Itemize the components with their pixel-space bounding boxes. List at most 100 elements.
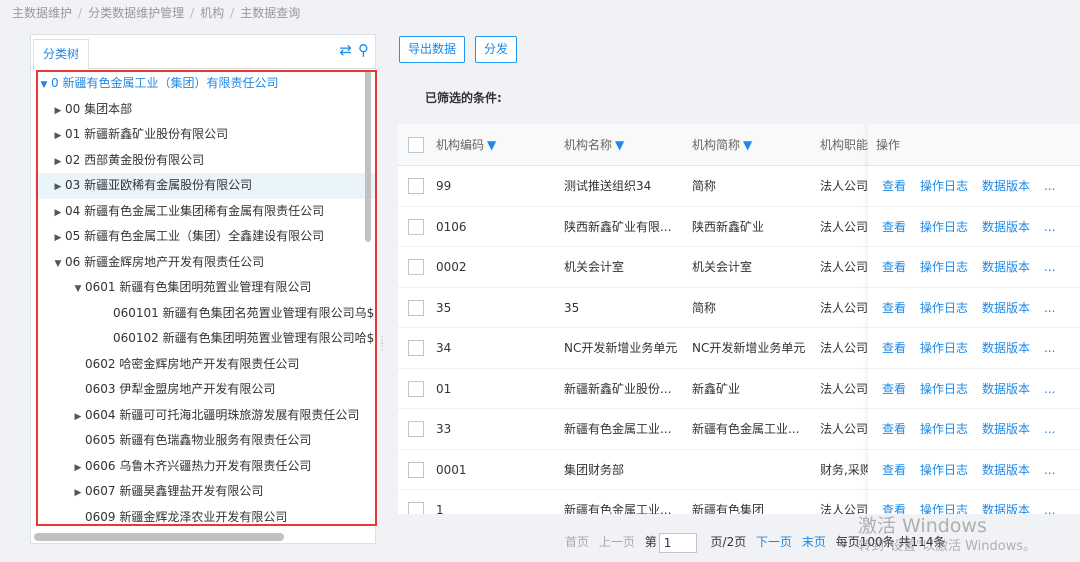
data-version-link[interactable]: 数据版本 (982, 328, 1030, 368)
view-link[interactable]: 查看 (882, 450, 906, 490)
tree-node-label: 060101 新疆有色集团名苑置业管理有限公司乌$ (113, 305, 375, 320)
first-page-link[interactable]: 首页 (565, 535, 589, 549)
tree-node[interactable]: 0605 新疆有色瑞鑫物业服务有限责任公司 (35, 428, 377, 454)
more-icon[interactable]: ... (1044, 328, 1055, 368)
operation-log-link[interactable]: 操作日志 (920, 288, 968, 328)
row-checkbox[interactable] (408, 178, 424, 194)
row-checkbox[interactable] (408, 421, 424, 437)
tree-node[interactable]: 0603 伊犁金盟房地产开发有限公司 (35, 377, 377, 403)
caret-right-icon[interactable]: ▶ (51, 99, 65, 123)
operation-log-link[interactable]: 操作日志 (920, 450, 968, 490)
caret-right-icon[interactable]: ▶ (51, 150, 65, 174)
caret-right-icon[interactable]: ▶ (71, 481, 85, 505)
column-header-duty[interactable]: 机构职能 (820, 124, 868, 166)
operation-log-link[interactable]: 操作日志 (920, 409, 968, 449)
view-link[interactable]: 查看 (882, 328, 906, 368)
tab-category-tree[interactable]: 分类树 (33, 39, 89, 70)
more-icon[interactable]: ... (1044, 288, 1055, 328)
caret-down-icon[interactable]: ▼ (51, 252, 65, 276)
row-checkbox[interactable] (408, 380, 424, 397)
tree-node[interactable]: ▼ 0601 新疆有色集团明苑置业管理有限公司 (35, 275, 377, 301)
row-checkbox[interactable] (408, 502, 424, 514)
operation-log-link[interactable]: 操作日志 (920, 369, 968, 409)
tree-node[interactable]: ▼ 06 新疆金辉房地产开发有限责任公司 (35, 250, 377, 276)
tree-node[interactable]: ▶ 02 西部黄金股份有限公司 (35, 148, 377, 174)
view-link[interactable]: 查看 (882, 288, 906, 328)
breadcrumb-item[interactable]: 机构 (200, 6, 224, 20)
column-header-name[interactable]: 机构名称 ▼ (564, 124, 684, 166)
data-version-link[interactable]: 数据版本 (982, 490, 1030, 514)
row-checkbox[interactable] (408, 461, 424, 478)
row-checkbox[interactable] (408, 218, 424, 235)
view-link[interactable]: 查看 (882, 166, 906, 206)
data-version-link[interactable]: 数据版本 (982, 409, 1030, 449)
prev-page-link[interactable]: 上一页 (599, 535, 635, 549)
operation-log-link[interactable]: 操作日志 (920, 166, 968, 206)
tree-node[interactable]: ▶ 0606 乌鲁木齐兴疆热力开发有限责任公司 (35, 454, 377, 480)
more-icon[interactable]: ... (1044, 450, 1055, 490)
tree-node[interactable]: ▶ 03 新疆亚欧稀有金属股份有限公司 (35, 173, 377, 199)
caret-right-icon[interactable]: ▶ (51, 201, 65, 225)
more-icon[interactable]: ... (1044, 409, 1055, 449)
tree-node[interactable]: 060101 新疆有色集团名苑置业管理有限公司乌$ (35, 301, 377, 327)
distribute-button[interactable]: 分发 (475, 36, 518, 63)
view-link[interactable]: 查看 (882, 207, 906, 247)
caret-down-icon[interactable]: ▼ (37, 73, 51, 97)
tree-node[interactable]: ▶ 0604 新疆可可托海北疆明珠旅游发展有限责任公司 (35, 403, 377, 429)
caret-right-icon[interactable]: ▶ (51, 226, 65, 250)
data-version-link[interactable]: 数据版本 (982, 166, 1030, 206)
row-checkbox[interactable] (408, 340, 424, 356)
data-version-link[interactable]: 数据版本 (982, 247, 1030, 287)
data-version-link[interactable]: 数据版本 (982, 369, 1030, 409)
view-link[interactable]: 查看 (882, 247, 906, 287)
last-page-link[interactable]: 末页 (802, 535, 826, 549)
more-icon[interactable]: ... (1044, 207, 1055, 247)
tree-node[interactable]: ▼ 0 新疆有色金属工业（集团）有限责任公司 (35, 71, 377, 97)
data-version-link[interactable]: 数据版本 (982, 207, 1030, 247)
tree-node[interactable]: ▶ 05 新疆有色金属工业（集团）全鑫建设有限公司 (35, 224, 377, 250)
data-version-link[interactable]: 数据版本 (982, 288, 1030, 328)
page-number-input[interactable]: 1 (658, 532, 697, 553)
filter-icon[interactable]: ▼ (743, 138, 752, 152)
row-checkbox[interactable] (408, 299, 424, 316)
caret-down-icon[interactable]: ▼ (71, 277, 85, 301)
caret-right-icon[interactable]: ▶ (51, 175, 65, 199)
tree-node[interactable]: ▶ 01 新疆新鑫矿业股份有限公司 (35, 122, 377, 148)
view-link[interactable]: 查看 (882, 369, 906, 409)
tree-horizontal-scrollbar[interactable] (34, 533, 284, 541)
panel-splitter[interactable]: ⋮ ⋮ (377, 336, 387, 352)
tree-node[interactable]: ▶ 0607 新疆昊鑫锂盐开发有限公司 (35, 479, 377, 505)
search-icon[interactable]: ⚲ (358, 41, 369, 59)
column-header-short-name[interactable]: 机构简称 ▼ (692, 124, 812, 166)
more-icon[interactable]: ... (1044, 166, 1055, 206)
data-version-link[interactable]: 数据版本 (982, 450, 1030, 490)
caret-right-icon[interactable]: ▶ (51, 124, 65, 148)
more-icon[interactable]: ... (1044, 247, 1055, 287)
tree-node[interactable]: 0602 哈密金辉房地产开发有限责任公司 (35, 352, 377, 378)
tree-node[interactable]: ▶ 04 新疆有色金属工业集团稀有金属有限责任公司 (35, 199, 377, 225)
filter-icon[interactable]: ▼ (615, 138, 624, 152)
breadcrumb-item[interactable]: 分类数据维护管理 (88, 6, 184, 20)
tree-vertical-scrollbar[interactable] (365, 70, 371, 242)
breadcrumb-item[interactable]: 主数据维护 (12, 6, 72, 20)
operation-log-link[interactable]: 操作日志 (920, 490, 968, 514)
caret-right-icon[interactable]: ▶ (71, 456, 85, 480)
tree-node[interactable]: ▶ 00 集团本部 (35, 97, 377, 123)
caret-right-icon[interactable]: ▶ (71, 405, 85, 429)
select-all-checkbox[interactable] (408, 137, 424, 153)
filter-icon[interactable]: ▼ (487, 138, 496, 152)
row-checkbox[interactable] (408, 259, 424, 275)
operation-log-link[interactable]: 操作日志 (920, 328, 968, 368)
operation-log-link[interactable]: 操作日志 (920, 247, 968, 287)
operation-log-link[interactable]: 操作日志 (920, 207, 968, 247)
next-page-link[interactable]: 下一页 (756, 535, 792, 549)
more-icon[interactable]: ... (1044, 369, 1055, 409)
view-link[interactable]: 查看 (882, 490, 906, 514)
tree-node[interactable]: 0609 新疆金辉龙泽农业开发有限公司 (35, 505, 377, 526)
column-header-code[interactable]: 机构编码 ▼ (436, 124, 556, 166)
tree-node[interactable]: 060102 新疆有色集团明苑置业管理有限公司哈$ (35, 326, 377, 352)
swap-icon[interactable]: ⇄ (339, 41, 352, 59)
export-data-button[interactable]: 导出数据 (399, 36, 466, 63)
more-icon[interactable]: ... (1044, 490, 1055, 514)
view-link[interactable]: 查看 (882, 409, 906, 449)
